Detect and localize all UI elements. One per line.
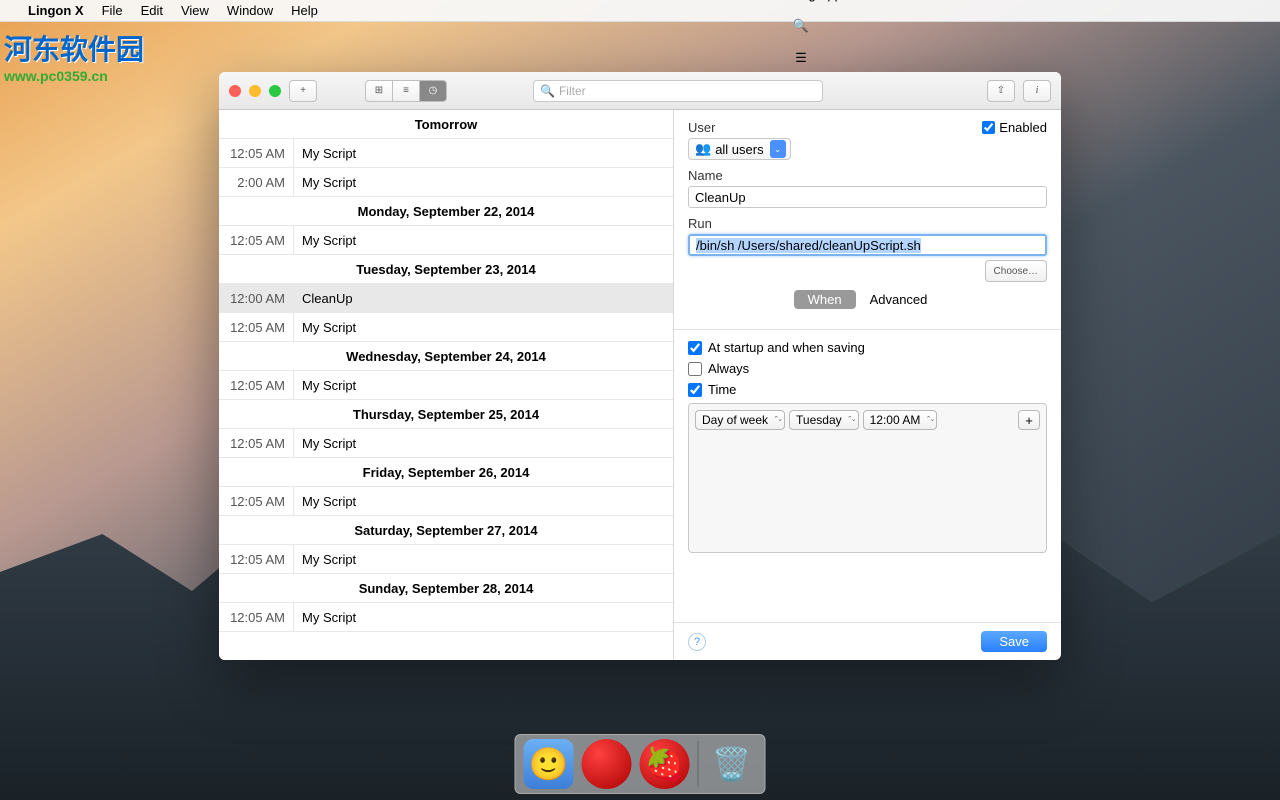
schedule-time: 12:05 AM xyxy=(219,610,293,625)
schedule-time: 2:00 AM xyxy=(219,175,293,190)
choose-button[interactable]: Choose… xyxy=(985,260,1047,282)
schedule-header: Friday, September 26, 2014 xyxy=(219,458,673,487)
schedule-time: 12:05 AM xyxy=(219,233,293,248)
schedule-row[interactable]: 12:05 AMMy Script xyxy=(219,371,673,400)
view-grid-button[interactable]: ⊞ xyxy=(365,80,393,102)
enabled-checkbox[interactable]: Enabled xyxy=(982,120,1047,135)
schedule-name: My Script xyxy=(293,545,673,573)
dock: 🙂 🍓 🗑️ xyxy=(515,734,766,794)
user-select[interactable]: 👥 all users ⌄ xyxy=(688,138,791,160)
info-button[interactable]: i xyxy=(1023,80,1051,102)
schedule-name: My Script xyxy=(293,168,673,196)
view-clock-button[interactable]: ◷ xyxy=(419,80,447,102)
add-schedule-button[interactable]: + xyxy=(1018,410,1040,430)
schedule-header: Thursday, September 25, 2014 xyxy=(219,400,673,429)
schedule-name: My Script xyxy=(293,226,673,254)
schedule-name: My Script xyxy=(293,313,673,341)
opt-startup[interactable]: At startup and when saving xyxy=(688,340,1047,355)
schedule-list: Tomorrow12:05 AMMy Script2:00 AMMy Scrip… xyxy=(219,110,674,660)
close-icon[interactable] xyxy=(229,85,241,97)
zoom-icon[interactable] xyxy=(269,85,281,97)
menubar-app-label[interactable]: Peter Borg Apps xyxy=(754,0,849,2)
watermark: 河东软件园 www.pc0359.cn xyxy=(4,28,144,84)
schedule-name: My Script xyxy=(293,371,673,399)
schedule-row[interactable]: 12:05 AMMy Script xyxy=(219,429,673,458)
minimize-icon[interactable] xyxy=(249,85,261,97)
schedule-box: Day of week Tuesday 12:00 AM + xyxy=(688,403,1047,553)
schedule-name: My Script xyxy=(293,487,673,515)
schedule-header: Saturday, September 27, 2014 xyxy=(219,516,673,545)
run-label: Run xyxy=(688,216,1047,231)
search-input[interactable]: 🔍 Filter xyxy=(533,80,823,102)
name-input[interactable] xyxy=(688,186,1047,208)
help-button[interactable]: ? xyxy=(688,633,706,651)
schedule-row[interactable]: 12:05 AMMy Script xyxy=(219,545,673,574)
schedule-name: My Script xyxy=(293,429,673,457)
schedule-header: Tuesday, September 23, 2014 xyxy=(219,255,673,284)
day-select[interactable]: Tuesday xyxy=(789,410,859,430)
menu-icon[interactable]: ☰ xyxy=(795,50,807,66)
schedule-row[interactable]: 12:00 AMCleanUp xyxy=(219,284,673,313)
app-window: + ⊞ ≡ ◷ 🔍 Filter ⇧ i Tomorrow12:05 AMMy … xyxy=(219,72,1061,660)
save-button[interactable]: Save xyxy=(981,631,1047,652)
schedule-time: 12:05 AM xyxy=(219,146,293,161)
schedule-time: 12:00 AM xyxy=(219,291,293,306)
name-label: Name xyxy=(688,168,1047,183)
menu-file[interactable]: File xyxy=(102,3,123,18)
schedule-name: CleanUp xyxy=(293,284,673,312)
dock-strawberry-icon[interactable]: 🍓 xyxy=(640,739,690,789)
time-select[interactable]: 12:00 AM xyxy=(863,410,938,430)
schedule-header: Sunday, September 28, 2014 xyxy=(219,574,673,603)
schedule-row[interactable]: 12:05 AMMy Script xyxy=(219,603,673,632)
menu-window[interactable]: Window xyxy=(227,3,273,18)
detail-panel: Enabled User 👥 all users ⌄ Name Run xyxy=(674,110,1061,660)
run-input[interactable]: /bin/sh /Users/shared/cleanUpScript.sh xyxy=(688,234,1047,256)
search-placeholder: Filter xyxy=(559,84,586,98)
schedule-header: Wednesday, September 24, 2014 xyxy=(219,342,673,371)
menu-app[interactable]: Lingon X xyxy=(28,3,84,18)
dock-finder-icon[interactable]: 🙂 xyxy=(524,739,574,789)
schedule-name: My Script xyxy=(293,139,673,167)
schedule-row[interactable]: 12:05 AMMy Script xyxy=(219,139,673,168)
search-icon: 🔍 xyxy=(540,84,555,98)
menu-help[interactable]: Help xyxy=(291,3,318,18)
opt-always[interactable]: Always xyxy=(688,361,1047,376)
schedule-time: 12:05 AM xyxy=(219,436,293,451)
menu-view[interactable]: View xyxy=(181,3,209,18)
schedule-name: My Script xyxy=(293,603,673,631)
menu-edit[interactable]: Edit xyxy=(141,3,163,18)
titlebar: + ⊞ ≡ ◷ 🔍 Filter ⇧ i xyxy=(219,72,1061,110)
schedule-row[interactable]: 12:05 AMMy Script xyxy=(219,226,673,255)
schedule-row[interactable]: 2:00 AMMy Script xyxy=(219,168,673,197)
dock-trash-icon[interactable]: 🗑️ xyxy=(707,739,757,789)
schedule-row[interactable]: 12:05 AMMy Script xyxy=(219,313,673,342)
schedule-header: Monday, September 22, 2014 xyxy=(219,197,673,226)
tab-advanced[interactable]: Advanced xyxy=(856,290,942,309)
opt-time[interactable]: Time xyxy=(688,382,1047,397)
share-button[interactable]: ⇧ xyxy=(987,80,1015,102)
freq-select[interactable]: Day of week xyxy=(695,410,785,430)
add-button[interactable]: + xyxy=(289,80,317,102)
menubar: Lingon X File Edit View Window Help 9:42… xyxy=(0,0,1280,22)
schedule-time: 12:05 AM xyxy=(219,320,293,335)
view-list-button[interactable]: ≡ xyxy=(392,80,420,102)
chevron-down-icon: ⌄ xyxy=(770,140,786,158)
schedule-row[interactable]: 12:05 AMMy Script xyxy=(219,487,673,516)
schedule-header: Tomorrow xyxy=(219,110,673,139)
schedule-time: 12:05 AM xyxy=(219,552,293,567)
schedule-time: 12:05 AM xyxy=(219,494,293,509)
schedule-time: 12:05 AM xyxy=(219,378,293,393)
dock-tomato-icon[interactable] xyxy=(582,739,632,789)
users-icon: 👥 xyxy=(695,141,711,157)
tab-when[interactable]: When xyxy=(794,290,856,309)
spotlight-icon[interactable]: 🔍 xyxy=(793,18,809,34)
